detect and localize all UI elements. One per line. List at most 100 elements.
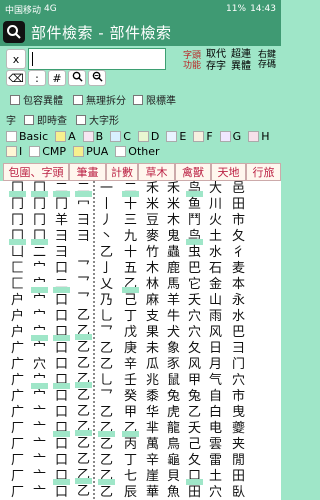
- grid-cell[interactable]: 口: [51, 341, 72, 357]
- grid-cell[interactable]: 雲: [205, 437, 226, 453]
- grid-cell[interactable]: 它: [184, 277, 205, 293]
- grid-cell[interactable]: 三: [120, 213, 141, 229]
- grid-cell[interactable]: 口: [51, 421, 72, 437]
- grid-cell[interactable]: 市: [228, 389, 249, 405]
- grid-cell[interactable]: 乙: [73, 388, 94, 404]
- grid-cell[interactable]: 戊: [120, 325, 141, 341]
- grid-cell[interactable]: 夹: [228, 437, 249, 453]
- tab-1[interactable]: 筆畫: [69, 163, 106, 181]
- grid-cell[interactable]: 户: [7, 325, 28, 341]
- right-key-button[interactable]: 右鍵 存碼: [254, 50, 280, 70]
- grid-cell[interactable]: 崖: [142, 469, 163, 485]
- grid-cell[interactable]: 支: [142, 309, 163, 325]
- grid-cell[interactable]: 口: [51, 261, 72, 277]
- grid-cell[interactable]: 彐: [228, 341, 249, 357]
- legend-other[interactable]: Other: [115, 145, 160, 158]
- legend-e[interactable]: E: [166, 130, 186, 143]
- grid-cell[interactable]: 米: [142, 197, 163, 213]
- grid-cell[interactable]: 户: [7, 309, 28, 325]
- grid-cell[interactable]: 电: [205, 421, 226, 437]
- grid-cell[interactable]: 蟲: [163, 245, 184, 261]
- legend-b[interactable]: B: [82, 130, 103, 143]
- grid-cell[interactable]: 冂: [29, 229, 50, 245]
- grid-cell[interactable]: 口: [51, 325, 72, 341]
- grid-cell[interactable]: 果: [142, 325, 163, 341]
- grid-cell[interactable]: 广: [7, 357, 28, 373]
- grid-cell[interactable]: 鳥: [163, 437, 184, 453]
- grid-cell[interactable]: 牛: [163, 309, 184, 325]
- grid-cell[interactable]: 乙: [120, 277, 141, 293]
- grid-cell[interactable]: 厂: [7, 485, 28, 500]
- grid-cell[interactable]: 口: [51, 485, 72, 500]
- grid-cell[interactable]: 夔: [228, 421, 249, 437]
- grid-cell[interactable]: 犬: [163, 325, 184, 341]
- grid-cell[interactable]: 乙: [96, 245, 117, 261]
- grid-cell[interactable]: 月: [205, 357, 226, 373]
- grid-cell[interactable]: 林: [142, 277, 163, 293]
- grid-cell[interactable]: 象: [163, 341, 184, 357]
- grid-cell[interactable]: 口: [51, 469, 72, 485]
- grid-cell[interactable]: 风: [184, 357, 205, 373]
- grid-cell[interactable]: 夂: [184, 453, 205, 469]
- grid-cell[interactable]: 田: [228, 469, 249, 485]
- grid-cell[interactable]: 亠: [29, 437, 50, 453]
- grid-cell[interactable]: 鼠: [163, 373, 184, 389]
- grid-cell[interactable]: 乙: [96, 453, 117, 469]
- grid-cell[interactable]: 田: [184, 485, 205, 500]
- tab-0[interactable]: 包圍、字頭: [3, 163, 69, 181]
- grid-cell[interactable]: 龍: [163, 421, 184, 437]
- zoom-search-button[interactable]: [88, 70, 106, 86]
- grid-cell[interactable]: 宀: [29, 373, 50, 389]
- grid-cell[interactable]: 曳: [228, 405, 249, 421]
- grid-cell[interactable]: 冂: [29, 197, 50, 213]
- grid-cell[interactable]: 穴: [205, 485, 226, 500]
- grid-cell[interactable]: 亠: [29, 485, 50, 500]
- grid-cell[interactable]: 癸: [120, 389, 141, 405]
- grid-cell[interactable]: 辛: [120, 357, 141, 373]
- grid-cell[interactable]: 市: [228, 213, 249, 229]
- grid-cell[interactable]: 石: [205, 261, 226, 277]
- grid-cell[interactable]: 亅: [96, 261, 117, 277]
- grid-cell[interactable]: 鬥: [184, 213, 205, 229]
- grid-cell[interactable]: 乙: [96, 405, 117, 421]
- grid-cell[interactable]: 乙: [73, 484, 94, 500]
- grid-cell[interactable]: 兆: [142, 373, 163, 389]
- grid-cell[interactable]: 乂: [96, 277, 117, 293]
- grid-cell[interactable]: 乙: [73, 340, 94, 356]
- grid-cell[interactable]: 巴: [184, 261, 205, 277]
- grid-cell[interactable]: 风: [205, 325, 226, 341]
- search-button[interactable]: [68, 70, 86, 86]
- grid-cell[interactable]: 亠: [29, 405, 50, 421]
- grid-cell[interactable]: 乙: [73, 324, 94, 340]
- grid-cell[interactable]: 虫: [184, 245, 205, 261]
- grid-cell[interactable]: 冂: [7, 181, 28, 197]
- grid-cell[interactable]: 麦: [228, 261, 249, 277]
- grid-cell[interactable]: 乙: [96, 469, 117, 485]
- grid-cell[interactable]: 口: [51, 405, 72, 421]
- grid-cell[interactable]: 穴: [184, 309, 205, 325]
- grid-cell[interactable]: 麻: [142, 293, 163, 309]
- grid-cell[interactable]: 七: [120, 469, 141, 485]
- grid-cell[interactable]: 華: [142, 485, 163, 500]
- grid-cell[interactable]: 禾: [163, 181, 184, 197]
- grid-cell[interactable]: 彐: [51, 245, 72, 261]
- grid-cell[interactable]: 宀: [29, 277, 50, 293]
- grid-cell[interactable]: 广: [7, 405, 28, 421]
- grid-cell[interactable]: 木: [163, 213, 184, 229]
- grid-cell[interactable]: 乛: [73, 276, 94, 292]
- legend-cmp[interactable]: CMP: [29, 145, 66, 158]
- grid-cell[interactable]: 二: [51, 181, 72, 197]
- grid-cell[interactable]: 亠: [29, 469, 50, 485]
- grid-cell[interactable]: 广: [7, 389, 28, 405]
- grid-cell[interactable]: 山: [205, 293, 226, 309]
- grid-cell[interactable]: 宀: [29, 389, 50, 405]
- grid-cell[interactable]: 乙: [73, 452, 94, 468]
- grid-cell[interactable]: 辰: [120, 485, 141, 500]
- grid-cell[interactable]: 乛: [96, 389, 117, 405]
- grid-cell[interactable]: 瓜: [142, 357, 163, 373]
- grid-cell[interactable]: 黍: [142, 389, 163, 405]
- grid-cell[interactable]: 彐: [73, 213, 94, 229]
- grid-cell[interactable]: 口: [51, 293, 72, 309]
- tab-4[interactable]: 禽獸: [175, 163, 211, 181]
- grid-cell[interactable]: 乙: [73, 420, 94, 436]
